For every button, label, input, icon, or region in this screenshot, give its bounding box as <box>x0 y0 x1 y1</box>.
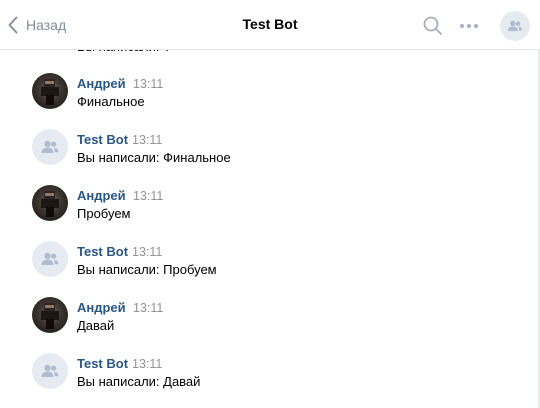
chat-header: Назад Test Bot <box>0 0 540 50</box>
back-button[interactable]: Назад <box>8 12 66 38</box>
users-icon <box>507 20 523 32</box>
message-item: Андрей 13:11 Давай <box>32 297 512 337</box>
message-text: Давай <box>77 318 115 333</box>
message-time[interactable]: 13:11 <box>133 301 163 315</box>
message-text: Вы написали: Пробуем <box>77 262 217 277</box>
back-button-label: Назад <box>26 17 67 33</box>
user-avatar[interactable] <box>32 73 68 109</box>
search-icon <box>423 16 442 35</box>
message-author[interactable]: Андрей <box>77 188 126 203</box>
more-horizontal-icon <box>460 24 478 28</box>
chat-window: Вы написали: Т Андрей 13:11 Финальное <box>0 0 540 408</box>
message-time[interactable]: 13:11 <box>132 133 162 147</box>
user-avatar[interactable] <box>32 297 68 333</box>
users-icon <box>41 140 59 153</box>
more-button[interactable] <box>458 16 480 36</box>
message-history[interactable]: Вы написали: Т Андрей 13:11 Финальное <box>0 0 538 408</box>
message-author[interactable]: Андрей <box>77 300 126 315</box>
message-author[interactable]: Test Bot <box>77 132 128 147</box>
user-photo-icon <box>41 191 59 217</box>
user-photo-icon <box>41 79 59 105</box>
message-time[interactable]: 13:11 <box>132 357 162 371</box>
users-icon <box>41 252 59 265</box>
message-item: Андрей 13:11 Финальное <box>32 73 512 113</box>
message-time[interactable]: 13:11 <box>132 245 162 259</box>
message-time[interactable]: 13:11 <box>133 77 163 91</box>
user-avatar[interactable] <box>32 185 68 221</box>
users-icon <box>41 364 59 377</box>
bot-avatar[interactable] <box>32 353 68 389</box>
message-author[interactable]: Test Bot <box>77 356 128 371</box>
message-item: Андрей 13:11 Пробуем <box>32 185 512 225</box>
search-button[interactable] <box>422 15 444 37</box>
message-item: Test Bot 13:11 Вы написали: Пробуем <box>32 241 512 281</box>
message-author[interactable]: Андрей <box>77 76 126 91</box>
message-item: Test Bot 13:11 Вы написали: Давай <box>32 353 512 393</box>
message-time[interactable]: 13:11 <box>133 189 163 203</box>
message-author[interactable]: Test Bot <box>77 244 128 259</box>
message-text: Вы написали: Финальное <box>77 150 231 165</box>
message-text: Вы написали: Давай <box>77 374 201 389</box>
message-text: Пробуем <box>77 206 131 221</box>
message-text: Финальное <box>77 94 145 109</box>
message-item: Test Bot 13:11 Вы написали: Финальное <box>32 129 512 169</box>
chevron-left-icon <box>8 16 18 34</box>
bot-avatar[interactable] <box>32 129 68 165</box>
user-photo-icon <box>41 303 59 329</box>
bot-avatar[interactable] <box>32 241 68 277</box>
chat-avatar[interactable] <box>500 11 530 41</box>
